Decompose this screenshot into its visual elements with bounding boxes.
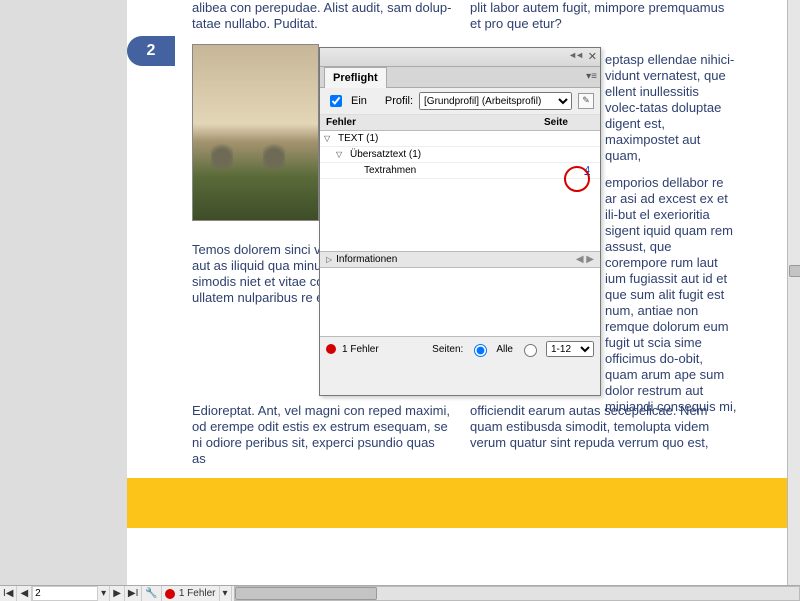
- text-block: alibea con perepudae. Alist audit, sam d…: [192, 0, 452, 32]
- panel-menu-icon[interactable]: ▾≡: [586, 71, 597, 82]
- document-workspace: 2 alibea con perepudae. Alist audit, sam…: [0, 0, 800, 585]
- error-count-label: 1 Fehler: [342, 344, 379, 355]
- page-yellow-strip: [127, 478, 800, 528]
- tree-row-child[interactable]: ▽ Übersatztext (1): [320, 147, 600, 163]
- ein-label: Ein: [351, 95, 367, 107]
- text-block: eptasp ellendae nihici-vidunt vernatest,…: [605, 52, 737, 164]
- collapse-icon[interactable]: ◄◄: [568, 50, 582, 60]
- pasteboard-left: [0, 0, 127, 585]
- nav-prev-icon[interactable]: ◀: [576, 254, 584, 265]
- seiten-label: Seiten:: [432, 344, 463, 355]
- disclosure-triangle-icon[interactable]: ▽: [336, 150, 342, 159]
- first-page-icon[interactable]: I◀: [0, 586, 17, 601]
- panel-tab-row: Preflight ▾≡: [320, 67, 600, 88]
- panel-footer: 1 Fehler Seiten: Alle 1-12: [320, 337, 600, 361]
- prev-page-icon[interactable]: ◀: [17, 586, 32, 601]
- text-block: emporios dellabor re ar asi ad excest ex…: [605, 175, 737, 415]
- alle-label: Alle: [496, 344, 513, 355]
- tree-label: Textrahmen: [364, 165, 560, 176]
- edit-profile-icon[interactable]: ✎: [578, 93, 594, 109]
- info-content: [320, 268, 600, 337]
- header-fehler: Fehler: [320, 115, 538, 130]
- error-tree[interactable]: ▽ TEXT (1) ▽ Übersatztext (1) Textrahmen…: [320, 131, 600, 252]
- info-section-header[interactable]: ▷ Informationen ◀ ▶: [320, 252, 600, 268]
- page-range-select[interactable]: 1-12: [546, 341, 594, 357]
- page-dropdown-icon[interactable]: ▾: [98, 586, 110, 601]
- radio-alle[interactable]: [474, 344, 487, 357]
- page-number-badge: 2: [127, 36, 175, 66]
- disclosure-triangle-icon[interactable]: ▽: [324, 134, 330, 143]
- tree-label: Übersatztext (1): [350, 149, 596, 160]
- tree-shape: [211, 140, 233, 175]
- tab-preflight[interactable]: Preflight: [324, 67, 387, 88]
- error-indicator-icon: [165, 589, 175, 599]
- tree-shape: [263, 140, 285, 175]
- last-page-icon[interactable]: ▶I: [125, 586, 142, 601]
- tree-label: TEXT (1): [338, 133, 596, 144]
- status-dropdown-icon[interactable]: ▾: [220, 586, 232, 601]
- profil-select[interactable]: [Grundprofil] (Arbeitsprofil): [419, 92, 572, 110]
- landscape-photo: [192, 44, 319, 221]
- panel-titlebar[interactable]: ◄◄ ✕: [320, 48, 600, 67]
- preflight-panel: ◄◄ ✕ Preflight ▾≡ Ein Profil: [Grundprof…: [319, 47, 601, 396]
- annotation-circle: [564, 166, 590, 192]
- scrollbar-thumb[interactable]: [235, 587, 377, 600]
- page-number-input[interactable]: [32, 586, 98, 601]
- ein-checkbox[interactable]: [330, 95, 342, 107]
- tree-row-root[interactable]: ▽ TEXT (1): [320, 131, 600, 147]
- radio-range[interactable]: [524, 344, 537, 357]
- info-label: Informationen: [336, 254, 397, 265]
- text-block: Edioreptat. Ant, vel magni con reped max…: [192, 403, 452, 467]
- next-page-icon[interactable]: ▶: [110, 586, 125, 601]
- tree-row-leaf[interactable]: Textrahmen 4: [320, 163, 600, 179]
- error-list-header: Fehler Seite: [320, 115, 600, 131]
- profil-label: Profil:: [385, 95, 413, 107]
- disclosure-triangle-icon[interactable]: ▷: [326, 255, 332, 264]
- text-block: officiendit earum autas secepelicae. Nem…: [470, 403, 738, 451]
- open-tool-icon[interactable]: 🔧: [142, 586, 161, 601]
- nav-next-icon[interactable]: ▶: [586, 254, 594, 265]
- status-bar: I◀ ◀ ▾ ▶ ▶I 🔧 1 Fehler ▾: [0, 585, 800, 601]
- error-indicator-icon: [326, 344, 336, 354]
- text-block: plit labor autem fugit, mimpore premquam…: [470, 0, 738, 32]
- statusbar-error-label: 1 Fehler: [179, 588, 216, 599]
- header-seite: Seite: [538, 115, 600, 130]
- scrollbar-thumb[interactable]: [789, 265, 800, 277]
- vertical-scrollbar[interactable]: [787, 0, 800, 585]
- horizontal-scrollbar[interactable]: [234, 586, 800, 601]
- close-icon[interactable]: ✕: [588, 50, 597, 63]
- profile-row: Ein Profil: [Grundprofil] (Arbeitsprofil…: [320, 88, 600, 115]
